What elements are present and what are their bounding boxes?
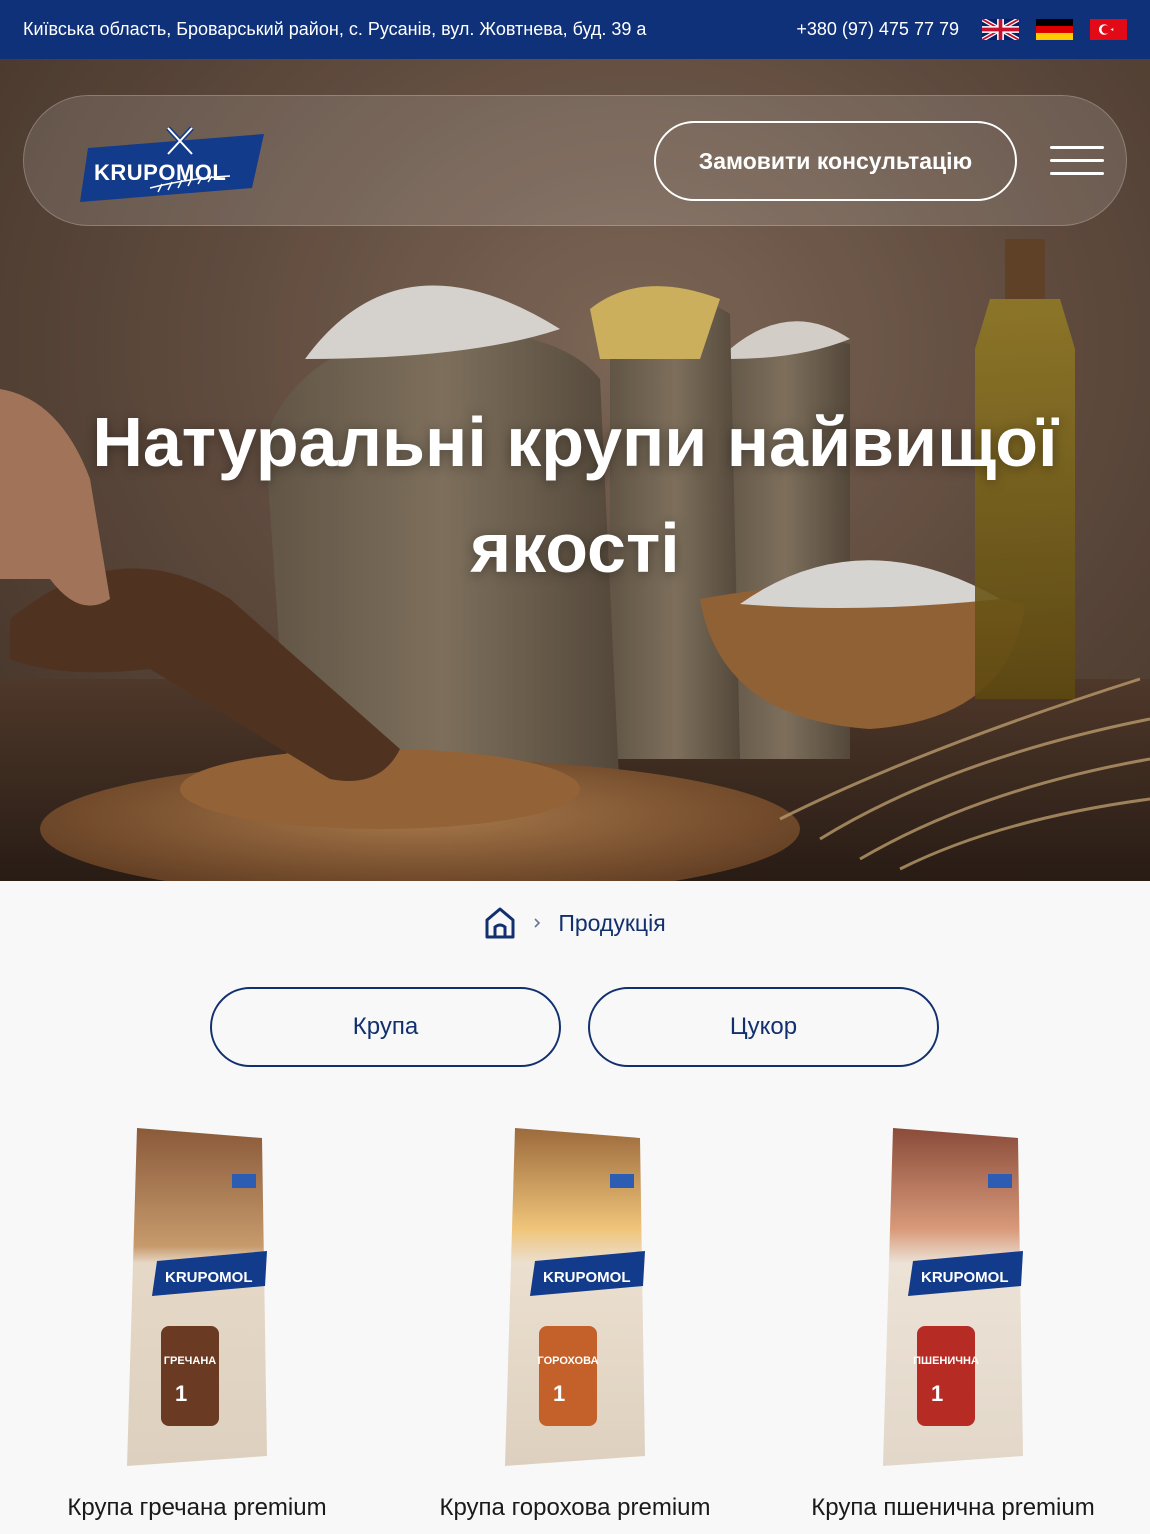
- consultation-button[interactable]: Замовити консультацію: [654, 121, 1017, 201]
- svg-text:KRUPOMOL: KRUPOMOL: [94, 160, 226, 185]
- svg-text:ПШЕНИЧНА: ПШЕНИЧНА: [913, 1355, 979, 1367]
- category-button-sugar[interactable]: Цукор: [588, 987, 939, 1067]
- breadcrumb: Продукція: [0, 900, 1150, 946]
- flag-tr-icon[interactable]: [1090, 19, 1127, 40]
- product-card[interactable]: KRUPOMOL ГРЕЧАНА 1 Крупа гречана premium: [27, 1120, 367, 1534]
- product-card[interactable]: KRUPOMOL ГОРОХОВА 1 Крупа горохова premi…: [405, 1120, 745, 1534]
- product-grid: KRUPOMOL ГРЕЧАНА 1 Крупа гречана premium…: [0, 1120, 1150, 1534]
- flag-uk-icon[interactable]: [982, 19, 1019, 40]
- address-text: Київська область, Броварський район, с. …: [23, 19, 647, 39]
- svg-text:1: 1: [931, 1381, 943, 1406]
- language-switcher: [982, 19, 1127, 40]
- product-package-image: KRUPOMOL ГОРОХОВА 1: [505, 1128, 645, 1466]
- menu-burger-icon[interactable]: [1050, 146, 1104, 176]
- product-package-image: KRUPOMOL ПШЕНИЧНА 1: [883, 1128, 1023, 1466]
- product-name[interactable]: Крупа гречана premium: [27, 1494, 367, 1522]
- product-name[interactable]: Крупа пшенична premium: [783, 1494, 1123, 1522]
- home-icon[interactable]: [484, 906, 516, 940]
- product-card[interactable]: KRUPOMOL ПШЕНИЧНА 1 Крупа пшенична premi…: [783, 1120, 1123, 1534]
- flag-de-icon[interactable]: [1036, 19, 1073, 40]
- svg-text:KRUPOMOL: KRUPOMOL: [543, 1269, 631, 1286]
- svg-text:KRUPOMOL: KRUPOMOL: [921, 1269, 1009, 1286]
- hero-title: Натуральні крупи найвищої якості: [92, 403, 1058, 587]
- top-bar: Київська область, Броварський район, с. …: [0, 0, 1150, 59]
- category-tabs: Крупа Цукор: [210, 987, 939, 1067]
- breadcrumb-current[interactable]: Продукція: [558, 910, 665, 937]
- category-button-krupa[interactable]: Крупа: [210, 987, 561, 1067]
- svg-text:KRUPOMOL: KRUPOMOL: [165, 1269, 253, 1286]
- krupomol-logo[interactable]: KRUPOMOL: [80, 118, 268, 206]
- phone-link[interactable]: +380 (97) 475 77 79: [796, 19, 959, 40]
- svg-text:1: 1: [553, 1381, 565, 1406]
- product-name[interactable]: Крупа горохова premium: [405, 1494, 745, 1522]
- chevron-right-icon: [534, 918, 541, 928]
- product-package-image: KRUPOMOL ГРЕЧАНА 1: [127, 1128, 267, 1466]
- svg-text:1: 1: [175, 1381, 187, 1406]
- hero-section: KRUPOMOL Замовити консультацію Натуральн…: [0, 59, 1150, 881]
- svg-text:ГОРОХОВА: ГОРОХОВА: [538, 1355, 599, 1367]
- svg-text:ГРЕЧАНА: ГРЕЧАНА: [164, 1355, 217, 1367]
- site-header: KRUPOMOL Замовити консультацію: [23, 95, 1127, 226]
